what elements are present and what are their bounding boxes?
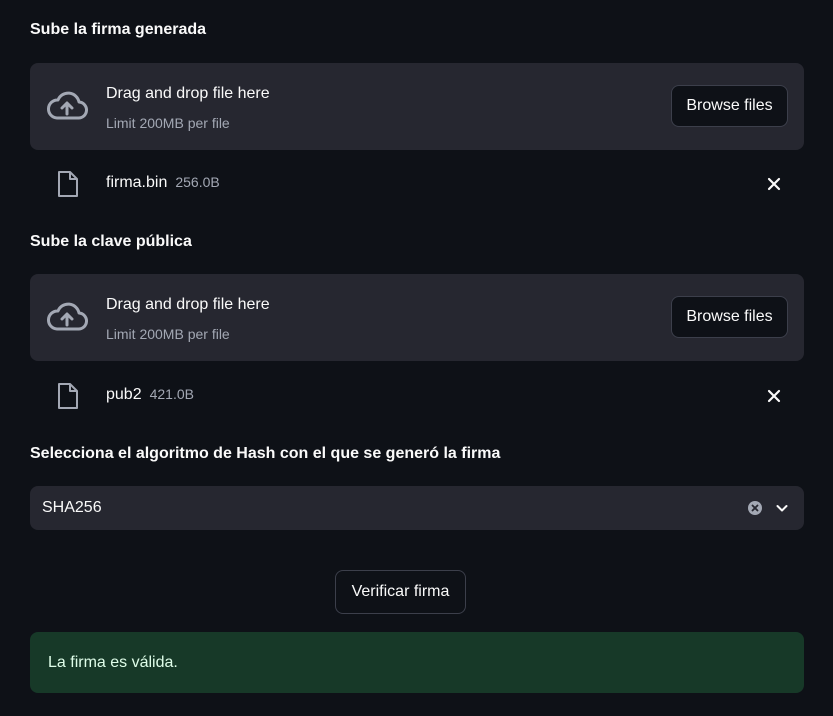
hash-algorithm-select[interactable]: SHA256 xyxy=(30,486,804,530)
browse-files-button[interactable]: Browse files xyxy=(671,296,788,338)
success-message: La firma es válida. xyxy=(48,653,178,671)
signature-dropzone[interactable]: Drag and drop file here Limit 200MB per … xyxy=(30,63,804,150)
uploaded-file-row: firma.bin 256.0B xyxy=(30,164,804,204)
selected-value: SHA256 xyxy=(42,499,102,516)
clear-circle-icon[interactable] xyxy=(747,500,763,516)
cloud-upload-icon xyxy=(46,300,88,334)
public-key-upload-label: Sube la clave pública xyxy=(30,233,192,250)
file-name-text: pub2 xyxy=(106,386,142,403)
dropzone-title: Drag and drop file here xyxy=(106,85,270,102)
file-size: 256.0B xyxy=(175,174,220,190)
close-icon[interactable] xyxy=(764,174,784,194)
verify-signature-button[interactable]: Verificar firma xyxy=(335,570,466,614)
uploaded-file-name: pub2 421.0B xyxy=(106,386,194,404)
file-icon xyxy=(56,382,80,410)
close-icon[interactable] xyxy=(764,386,784,406)
uploaded-file-name: firma.bin 256.0B xyxy=(106,174,220,192)
public-key-dropzone[interactable]: Drag and drop file here Limit 200MB per … xyxy=(30,274,804,361)
file-icon xyxy=(56,170,80,198)
dropzone-limit: Limit 200MB per file xyxy=(106,115,230,131)
success-alert: La firma es válida. xyxy=(30,632,804,693)
dropzone-title: Drag and drop file here xyxy=(106,296,270,313)
cloud-upload-icon xyxy=(46,89,88,123)
file-size: 421.0B xyxy=(149,386,194,402)
dropzone-limit: Limit 200MB per file xyxy=(106,326,230,342)
uploaded-file-row: pub2 421.0B xyxy=(30,376,804,416)
file-name-text: firma.bin xyxy=(106,174,168,191)
signature-upload-label: Sube la firma generada xyxy=(30,21,207,38)
hash-algorithm-label: Selecciona el algoritmo de Hash con el q… xyxy=(30,445,501,462)
chevron-down-icon[interactable] xyxy=(774,500,790,516)
browse-files-button[interactable]: Browse files xyxy=(671,85,788,127)
